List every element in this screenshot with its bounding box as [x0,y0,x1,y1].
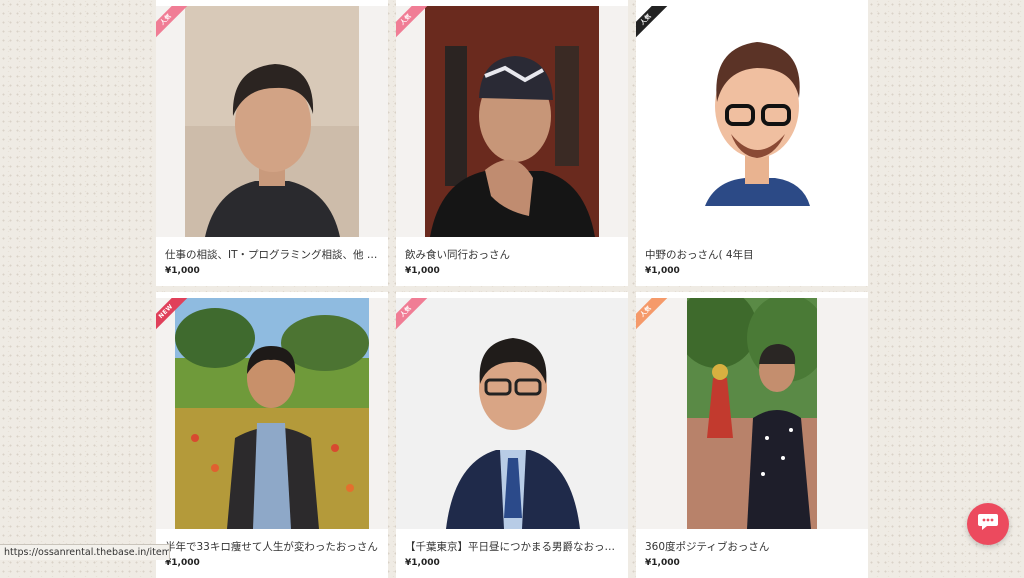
product-photo-frame [636,298,868,529]
product-photo-frame [396,6,628,237]
popular-ribbon: 人気 [396,298,430,334]
product-photo-frame [396,298,628,529]
product-title[interactable]: 飲み食い同行おっさん [405,247,621,262]
product-photo[interactable] [175,298,369,529]
product-title[interactable]: 半年で33キロ痩せて人生が変わったおっさん [165,539,381,554]
product-card[interactable]: 人気 【千葉東京】平日昼につかまる男爵なおっ… ¥1,000 [396,292,628,578]
product-title[interactable]: 【千葉東京】平日昼につかまる男爵なおっ… [405,539,621,554]
product-title[interactable]: 仕事の相談、IT・プログラミング相談、他 … [165,247,381,262]
product-price: ¥1,000 [405,266,440,276]
product-title[interactable]: 360度ポジティブおっさん [645,539,861,554]
product-photo-frame [156,6,388,237]
chat-button[interactable] [967,503,1009,545]
product-card[interactable]: NEW 半年で33キロ痩せて人生が変わったおっさん ¥1,000 [156,292,388,578]
product-card[interactable]: 人気 仕事の相談、IT・プログラミング相談、他 … ¥1,000 [156,0,388,286]
ribbon-label: 人気 [636,6,670,42]
ribbon-label: 人気 [156,6,190,42]
ribbon-label: NEW [156,298,190,334]
product-photo[interactable] [425,6,599,237]
ribbon-label: 人気 [396,6,430,42]
new-ribbon: NEW [156,298,190,334]
product-grid: 人気 仕事の相談、IT・プログラミング相談、他 … ¥1,000 人気 飲み食い… [156,0,868,578]
product-card[interactable]: 人気 360度ポジティブおっさん ¥1,000 [636,292,868,578]
popular-ribbon: 人気 [156,6,190,42]
product-photo[interactable] [687,298,817,529]
ribbon-label: 人気 [636,298,670,334]
product-price: ¥1,000 [645,266,680,276]
ribbon-label: 人気 [396,298,430,334]
popular-ribbon: 人気 [636,298,670,334]
popular-ribbon: 人気 [396,6,430,42]
product-photo-frame [156,298,388,529]
product-card[interactable]: 人気 中野のおっさん( 4年目 ¥1,000 [636,0,868,286]
product-photo-frame [636,6,868,237]
product-photo[interactable] [396,298,628,529]
chat-bubble-icon [977,512,999,536]
product-card[interactable]: 人気 飲み食い同行おっさん ¥1,000 [396,0,628,286]
product-price: ¥1,000 [165,266,200,276]
product-photo[interactable] [665,6,839,237]
product-title[interactable]: 中野のおっさん( 4年目 [645,247,861,262]
popular-ribbon: 人気 [636,6,670,42]
browser-status-url: https://ossanrental.thebase.in/items/551… [0,544,170,560]
product-photo[interactable] [185,6,359,237]
